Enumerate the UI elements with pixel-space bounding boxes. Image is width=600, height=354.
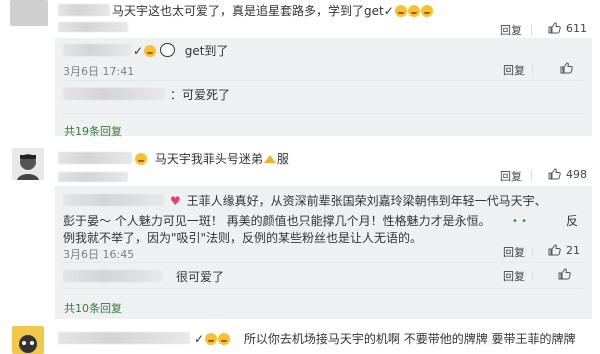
check-icon: ✓ <box>133 44 144 58</box>
smile-emoji-icon <box>205 333 218 345</box>
panda-emoji-icon <box>159 43 175 57</box>
like-count: 611 <box>566 22 587 35</box>
username-blurred[interactable] <box>58 332 190 344</box>
timestamp-blurred <box>58 172 128 182</box>
reply-timestamp: 3月6日 17:41 <box>63 65 135 78</box>
more-replies-link[interactable]: 共19条回复 <box>64 123 122 139</box>
divider <box>63 288 583 289</box>
reply-text: ✓ get到了 <box>133 43 229 58</box>
dots-emoji-icon: • • <box>512 216 527 227</box>
comment-text: ✓ 所以你去机场接马天宇的机啊 不要带他的牌牌 要带王菲的牌牌 <box>194 332 576 346</box>
divider <box>531 24 532 35</box>
avatar[interactable] <box>12 148 44 180</box>
divider <box>63 80 583 81</box>
reply-text-line: 例我就不举了，因为"吸引"法则，反例的某些粉丝也是让人无语的。 <box>63 231 423 245</box>
divider <box>532 246 533 257</box>
smile-emoji-icon <box>420 5 433 17</box>
thumb-up-icon[interactable] <box>560 62 573 74</box>
reply-username-blurred[interactable] <box>63 44 131 56</box>
divider <box>531 170 532 181</box>
comment-text: 马天宇这也太可爱了，真是追星套路多，学到了get✓ <box>112 2 433 19</box>
cool-emoji-icon <box>263 155 276 163</box>
reply-timestamp: 3月6日 16:45 <box>63 248 135 261</box>
reply-username-blurred[interactable] <box>63 194 165 206</box>
thumb-up-icon[interactable] <box>558 268 571 280</box>
smile-emoji-icon <box>407 5 420 17</box>
avatar-image <box>12 326 44 354</box>
check-icon: ✓ <box>383 4 394 18</box>
reply-username-blurred[interactable] <box>63 88 165 100</box>
divider <box>63 113 583 114</box>
smile-emoji-icon <box>218 333 231 345</box>
comment-text: 马天宇我菲头号迷弟服 <box>134 150 289 167</box>
reply-button[interactable]: 回复 <box>503 268 525 284</box>
reply-text: 反 <box>566 214 579 228</box>
divider <box>532 270 533 281</box>
avatar-image <box>12 148 44 180</box>
check-icon: ✓ <box>194 332 205 346</box>
reply-text-line: 彭于晏～ 个人魅力可见一斑！ 再美的颜值也只能撑几个月！性格魅力才是永恒。 <box>63 214 491 228</box>
thumb-up-icon[interactable] <box>548 22 561 34</box>
reply-username-blurred[interactable] <box>63 270 163 282</box>
more-replies-link[interactable]: 共10条回复 <box>64 300 122 316</box>
username-blurred[interactable] <box>58 152 132 164</box>
heart-icon: ♥ <box>170 194 181 208</box>
avatar[interactable] <box>12 326 44 354</box>
reply-button[interactable]: 回复 <box>500 168 522 184</box>
like-count: 498 <box>566 168 587 181</box>
reply-button[interactable]: 回复 <box>503 62 525 78</box>
thumb-up-icon[interactable] <box>548 244 561 256</box>
timestamp-blurred <box>58 22 128 32</box>
divider <box>63 262 583 263</box>
divider <box>532 64 533 75</box>
smile-emoji-icon <box>135 153 147 165</box>
reply-button[interactable]: 回复 <box>500 22 522 38</box>
thumb-up-icon[interactable] <box>548 168 561 180</box>
avatar[interactable] <box>10 0 48 26</box>
like-count: 21 <box>566 244 580 257</box>
reply-text: ：可爱死了 <box>170 88 231 102</box>
smile-emoji-icon <box>394 5 407 17</box>
username-blurred[interactable] <box>58 4 110 16</box>
reply-button[interactable]: 回复 <box>503 244 525 260</box>
smile-emoji-icon <box>144 45 157 57</box>
reply-text: 很可爱了 <box>176 270 225 284</box>
reply-text-line: ♥ 王菲人缘真好，从资深前辈张国荣刘嘉玲梁朝伟到年轻一代马天宇、 <box>170 194 547 208</box>
